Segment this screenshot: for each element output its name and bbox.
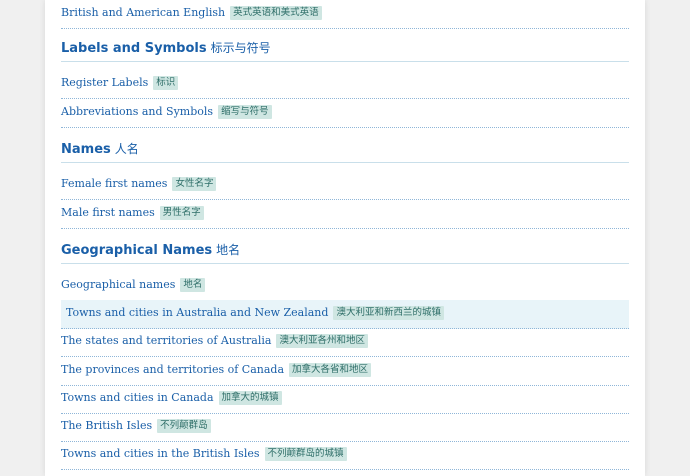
item-translation-badge: 英式英语和美式英语	[230, 6, 322, 20]
item-label: The British Isles	[61, 419, 153, 432]
item-translation-badge: 不列颠群岛	[157, 419, 211, 433]
item-translation-badge: 地名	[180, 278, 206, 292]
item-translation-badge: 加拿大各省和地区	[289, 363, 372, 377]
list-item-canada-towns[interactable]: Towns and cities in Canada 加拿大的城镇	[61, 385, 629, 414]
list-item-british-american[interactable]: British and American English 英式英语和美式英语	[61, 0, 629, 29]
item-translation-badge: 女性名字	[172, 177, 217, 191]
section-title-zh: 人名	[114, 142, 139, 156]
item-label: Register Labels	[61, 76, 149, 89]
section-title: Labels and Symbols	[61, 41, 207, 56]
item-label: Geographical names	[61, 278, 176, 291]
list-item-british-isles[interactable]: The British Isles 不列颠群岛	[61, 413, 629, 442]
section-heading-names: Names 人名	[61, 140, 629, 163]
item-label: The provinces and territories of Canada	[61, 363, 285, 376]
item-translation-badge: 澳大利亚各州和地区	[276, 334, 368, 348]
list-item-abbreviations[interactable]: Abbreviations and Symbols 缩写与符号	[61, 99, 629, 128]
item-translation-badge: 标识	[153, 76, 179, 90]
item-translation-badge: 加拿大的城镇	[218, 391, 282, 405]
item-translation-badge: 澳大利亚和新西兰的城镇	[333, 306, 444, 320]
item-label: The states and territories of Australia	[61, 334, 272, 347]
list-item-canada-provinces[interactable]: The provinces and territories of Canada 加…	[61, 357, 629, 386]
list-item-geographical-names[interactable]: Geographical names 地名	[61, 272, 629, 301]
item-label: Male first names	[61, 206, 155, 219]
list-item-australia-nz-towns[interactable]: Towns and cities in Australia and New Ze…	[61, 300, 629, 329]
document-page: British and American English 英式英语和美式英语 La…	[45, 0, 645, 476]
item-label: British and American English	[61, 6, 226, 19]
item-label: Female first names	[61, 177, 168, 190]
item-translation-badge: 缩写与符号	[218, 105, 272, 119]
section-heading-geographical: Geographical Names 地名	[61, 241, 629, 264]
list-item-female-names[interactable]: Female first names 女性名字	[61, 171, 629, 200]
list-item-australia-states[interactable]: The states and territories of Australia 澳…	[61, 328, 629, 357]
item-label: Towns and cities in Australia and New Ze…	[66, 306, 329, 319]
list-item-male-names[interactable]: Male first names 男性名字	[61, 200, 629, 229]
section-title: Names	[61, 142, 111, 157]
item-translation-badge: 男性名字	[159, 206, 204, 220]
item-translation-badge: 不列颠群岛的城镇	[264, 447, 347, 461]
item-label: Towns and cities in the British Isles	[61, 447, 260, 460]
section-title-zh: 标示与符号	[210, 41, 271, 55]
item-label: Towns and cities in Canada	[61, 391, 214, 404]
section-heading-labels-symbols: Labels and Symbols 标示与符号	[61, 39, 629, 62]
section-title: Geographical Names	[61, 243, 213, 258]
list-item-british-isles-towns[interactable]: Towns and cities in the British Isles 不列颠…	[61, 441, 629, 470]
item-label: Abbreviations and Symbols	[61, 105, 214, 118]
section-title-zh: 地名	[216, 243, 241, 257]
list-item-register-labels[interactable]: Register Labels 标识	[61, 70, 629, 99]
